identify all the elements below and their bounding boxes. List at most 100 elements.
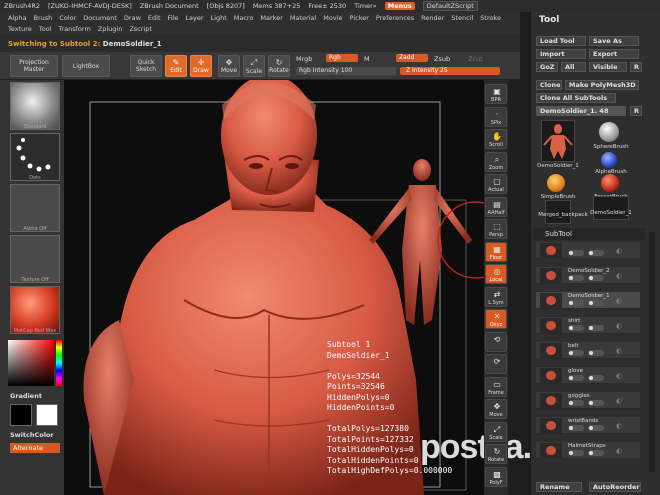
subtool-row[interactable]: belt ◐ [536, 342, 640, 359]
subtool-row[interactable]: goggles ◐ [536, 392, 640, 409]
menu-item-stroke[interactable]: Stroke [480, 14, 501, 22]
menu-item-brush[interactable]: Brush [33, 14, 52, 22]
goz-all-button[interactable]: All [561, 62, 586, 72]
menu-item-marker[interactable]: Marker [260, 14, 282, 22]
subtool-polypaint-toggle[interactable] [588, 400, 604, 406]
alpha-off-tile[interactable] [10, 184, 60, 232]
shelf-button-scale[interactable]: ⤢ Scale [485, 421, 507, 442]
subtool-row[interactable]: DemoSoldier_1 ◐ [536, 292, 640, 309]
shelf-button-aahalf[interactable]: ▤ AAHalf [485, 196, 507, 217]
menu-item-preferences[interactable]: Preferences [376, 14, 414, 22]
menu-item-transform[interactable]: Transform [58, 25, 90, 33]
menu-item-texture[interactable]: Texture [8, 25, 32, 33]
clone-all-subtools-button[interactable]: Clone All SubTools [536, 93, 616, 103]
z-intensity-slider[interactable]: Z Intensity 25 [400, 67, 500, 75]
subtool-row[interactable]: wristBands ◐ [536, 417, 640, 434]
subtool-row[interactable]: glove ◐ [536, 367, 640, 384]
hue-strip[interactable] [56, 340, 62, 386]
export-button[interactable]: Export [589, 49, 639, 59]
zadd-toggle[interactable]: Zadd [396, 54, 428, 62]
shelf-button-tool12[interactable]: ⟳ [485, 354, 507, 374]
subtool-visibility-toggle[interactable] [568, 400, 584, 406]
alternate-button[interactable]: Alternate [10, 443, 60, 453]
subtool-polypaint-toggle[interactable] [588, 250, 604, 256]
main-color-swatch[interactable] [10, 404, 32, 426]
subtool-polypaint-toggle[interactable] [588, 450, 604, 456]
subtool-visibility-toggle[interactable] [568, 425, 584, 431]
shelf-button-persp[interactable]: ⬚ Persp [485, 219, 507, 239]
subtool-visibility-toggle[interactable] [568, 275, 584, 281]
menu-item-layer[interactable]: Layer [185, 14, 203, 22]
shelf-button-floor[interactable]: ▦ Floor [485, 241, 507, 262]
eraser-brush-icon[interactable] [601, 174, 619, 192]
sphere-brush-icon[interactable] [599, 122, 619, 142]
subtool-eye-icon[interactable]: ◐ [616, 347, 622, 355]
subtool-row[interactable]: DemoSoldier_2 ◐ [536, 267, 640, 284]
script-button[interactable]: DefaultZScript [422, 1, 478, 11]
menu-item-render[interactable]: Render [421, 14, 444, 22]
subtool-eye-icon[interactable]: ◐ [616, 397, 622, 405]
draw-button[interactable]: ✛ Draw [190, 55, 212, 77]
subtool-polypaint-toggle[interactable] [588, 375, 604, 381]
load-tool-button[interactable]: Load Tool [536, 36, 586, 46]
shelf-button-polyf[interactable]: ▩ PolyF [485, 466, 507, 487]
subtool-visibility-toggle[interactable] [568, 350, 584, 356]
shelf-button-bpr[interactable]: ▣ BPR [485, 84, 507, 104]
subtool-eye-icon[interactable]: ◐ [616, 447, 622, 455]
subtool-eye-icon[interactable]: ◐ [616, 297, 622, 305]
shelf-button-actual[interactable]: ▢ Actual [485, 174, 507, 194]
subtool-eye-icon[interactable]: ◐ [616, 247, 622, 255]
shelf-button-spix[interactable]: · SPix [485, 106, 507, 127]
menu-item-color[interactable]: Color [59, 14, 76, 22]
menu-item-material[interactable]: Material [290, 14, 316, 22]
menu-item-stencil[interactable]: Stencil [451, 14, 473, 22]
shelf-button-lsym[interactable]: ⇄ L.Sym [485, 286, 507, 307]
subtool-eye-icon[interactable]: ◐ [616, 422, 622, 430]
menu-item-movie[interactable]: Movie [323, 14, 342, 22]
subtool-visibility-toggle[interactable] [568, 300, 584, 306]
shelf-button-zoom[interactable]: ⌕ Zoom [485, 151, 507, 172]
alpha-brush-icon[interactable] [601, 152, 617, 168]
shelf-button-scroll[interactable]: ✋ Scroll [485, 129, 507, 149]
subtool-eye-icon[interactable]: ◐ [616, 372, 622, 380]
quick-sketch-button[interactable]: Quick Sketch [130, 55, 162, 77]
menu-item-light[interactable]: Light [211, 14, 227, 22]
m-toggle[interactable]: M [364, 55, 370, 63]
subtool-polypaint-toggle[interactable] [588, 300, 604, 306]
zsub-toggle[interactable]: Zsub [434, 55, 450, 63]
projection-master-button[interactable]: Projection Master [10, 55, 58, 77]
subtool-row[interactable]: ◐ [536, 242, 640, 259]
texture-off-tile[interactable] [10, 235, 60, 283]
shelf-button-frame[interactable]: ▭ Frame [485, 376, 507, 397]
tool-thumb-demosoldier[interactable] [541, 120, 575, 162]
color-picker[interactable] [8, 340, 54, 386]
goz-button[interactable]: GoZ [536, 62, 558, 72]
subtool-visibility-toggle[interactable] [568, 375, 584, 381]
menus-button[interactable]: Menus [384, 2, 415, 10]
subtool-polypaint-toggle[interactable] [588, 425, 604, 431]
move-button[interactable]: ✥ Move [218, 55, 240, 77]
menu-item-zscript[interactable]: Zscript [129, 25, 152, 33]
material-tile[interactable] [10, 286, 60, 334]
subtool-visibility-toggle[interactable] [568, 325, 584, 331]
subtool-eye-icon[interactable]: ◐ [616, 322, 622, 330]
menu-item-macro[interactable]: Macro [234, 14, 254, 22]
rename-button[interactable]: Rename [536, 482, 582, 492]
zcut-toggle[interactable]: Zcut [468, 55, 483, 63]
menu-item-edit[interactable]: Edit [148, 14, 161, 22]
clone-button[interactable]: Clone [536, 80, 562, 90]
menu-item-draw[interactable]: Draw [124, 14, 141, 22]
shelf-button-local[interactable]: ◎ Local [485, 264, 507, 284]
save-as-button[interactable]: Save As [589, 36, 639, 46]
subtool-visibility-toggle[interactable] [568, 250, 584, 256]
subtool-row[interactable]: shirt ◐ [536, 317, 640, 334]
scale-button[interactable]: ⤢ Scale [243, 55, 265, 77]
shelf-button-move[interactable]: ✥ Move [485, 399, 507, 419]
brush-standard-tile[interactable] [10, 82, 60, 130]
auto-reorder-button[interactable]: AutoReorder [589, 482, 641, 492]
make-polymesh-button[interactable]: Make PolyMesh3D [565, 80, 639, 90]
menu-item-tool[interactable]: Tool [39, 25, 52, 33]
mrgb-toggle[interactable]: Mrgb [296, 55, 312, 63]
subtool-row[interactable]: HalmetStraps ◐ [536, 442, 640, 459]
menu-item-picker[interactable]: Picker [350, 14, 369, 22]
